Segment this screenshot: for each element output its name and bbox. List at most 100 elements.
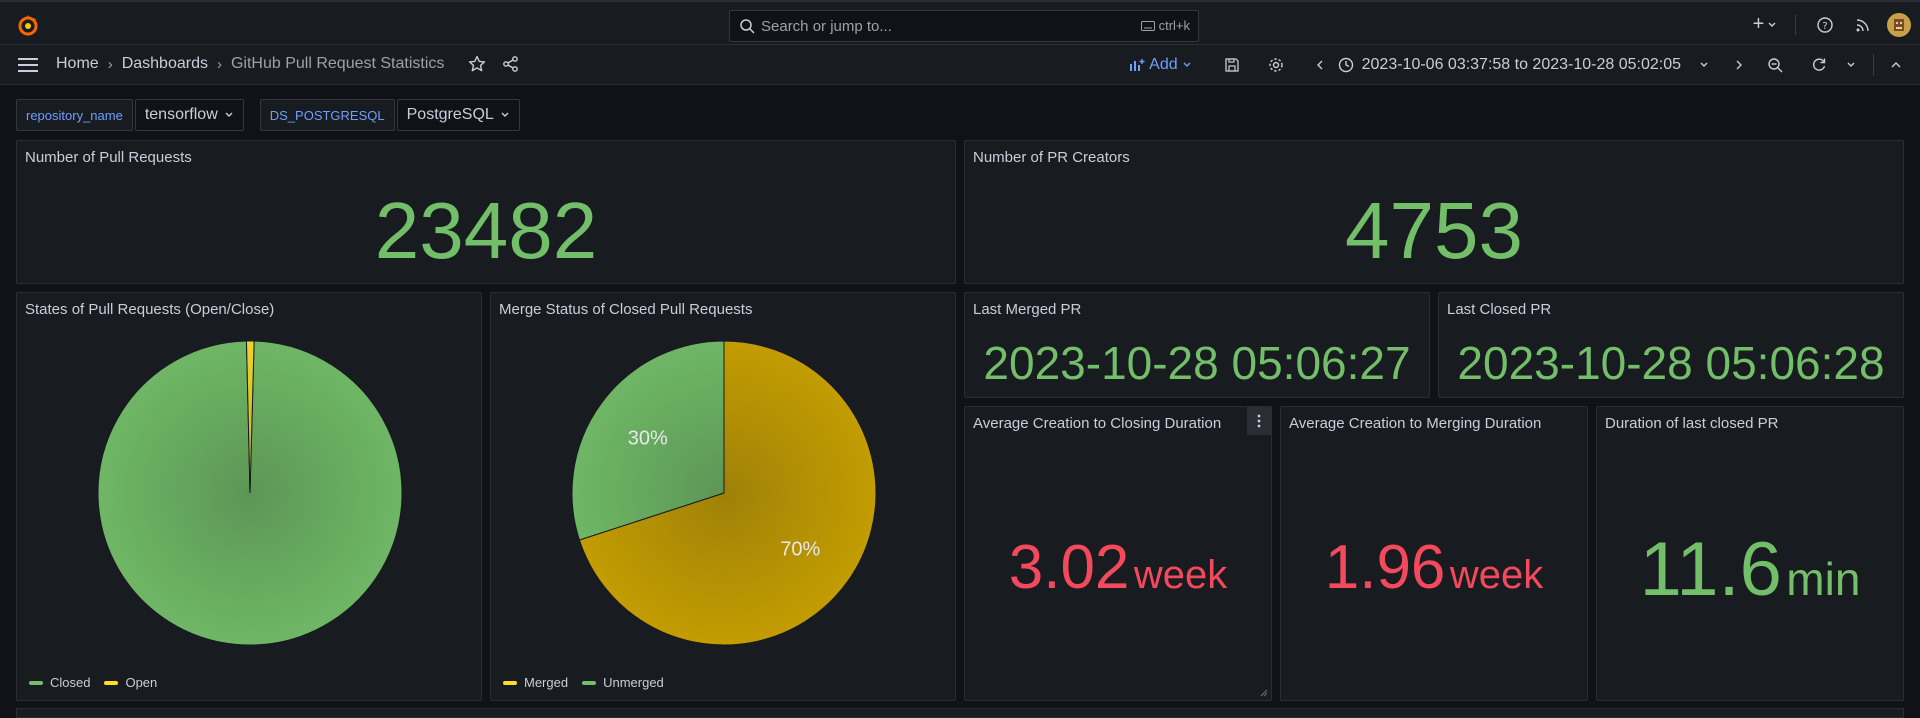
save-icon xyxy=(1224,58,1239,72)
share-icon[interactable] xyxy=(502,55,520,73)
legend-item-closed[interactable]: Closed xyxy=(29,675,90,690)
divider xyxy=(1795,14,1796,35)
search-icon xyxy=(740,19,755,34)
chevron-right-icon xyxy=(1736,60,1742,70)
breadcrumb: Home › Dashboards › GitHub Pull Request … xyxy=(56,55,520,73)
legend-swatch xyxy=(29,680,43,685)
chevron-down-icon xyxy=(1768,22,1776,27)
time-range-picker[interactable]: 2023-10-06 03:37:58 to 2023-10-28 05:02:… xyxy=(1338,56,1709,74)
add-label: Add xyxy=(1149,56,1178,73)
legend-label: Open xyxy=(125,675,158,690)
chart-legend: Closed Open xyxy=(29,675,157,690)
new-button[interactable]: + xyxy=(1745,13,1785,36)
panel-number-of-pr-creators[interactable]: Number of PR Creators 4753 xyxy=(964,140,1904,284)
stat-value: 11.6 xyxy=(1639,527,1782,612)
settings-button[interactable] xyxy=(1258,45,1294,85)
panel-menu-button[interactable] xyxy=(1247,407,1271,435)
panel-states-of-pull-requests[interactable]: States of Pull Requests (Open/Close) Clo… xyxy=(16,292,482,701)
legend-item-unmerged[interactable]: Unmerged xyxy=(582,675,664,690)
panel-title: Number of PR Creators xyxy=(973,149,1130,166)
star-icon[interactable] xyxy=(468,55,486,73)
panel-number-of-pull-requests[interactable]: Number of Pull Requests 23482 xyxy=(16,140,956,284)
refresh-button[interactable] xyxy=(1801,45,1837,85)
panel-avg-merging-duration[interactable]: Average Creation to Merging Duration 1.9… xyxy=(1280,406,1588,701)
add-button[interactable]: Add xyxy=(1129,56,1191,74)
chevron-down-icon xyxy=(501,112,509,117)
panel-merge-status[interactable]: Merge Status of Closed Pull Requests 70%… xyxy=(490,292,956,701)
legend-label: Merged xyxy=(524,675,569,690)
stat-value: 4753 xyxy=(1345,186,1523,275)
panel-title: Number of Pull Requests xyxy=(25,149,192,166)
panel-title: Duration of last closed PR xyxy=(1605,415,1779,432)
panel-avg-closing-duration[interactable]: Average Creation to Closing Duration 3.0… xyxy=(964,406,1272,701)
more-vertical-icon xyxy=(1257,414,1261,428)
repository-select[interactable]: tensorflow xyxy=(134,99,244,131)
dashboard-nav: Home › Dashboards › GitHub Pull Request … xyxy=(0,45,1920,85)
breadcrumb-dashboards[interactable]: Dashboards xyxy=(122,55,208,73)
repository-value: tensorflow xyxy=(144,106,218,123)
user-avatar[interactable] xyxy=(1882,12,1916,37)
resize-handle-icon[interactable] xyxy=(1260,689,1268,697)
legend-label: Unmerged xyxy=(603,675,664,690)
keyboard-icon xyxy=(1140,20,1155,31)
refresh-interval-dropdown[interactable] xyxy=(1837,45,1865,85)
pie-slice-label-merged: 70% xyxy=(780,538,820,560)
zoom-out-button[interactable] xyxy=(1757,45,1793,85)
menu-icon[interactable] xyxy=(18,57,38,73)
chevron-down-icon xyxy=(1183,62,1191,67)
panel-title: Average Creation to Closing Duration xyxy=(973,415,1222,432)
grafana-logo-icon[interactable] xyxy=(16,13,40,37)
chevron-down-icon xyxy=(225,112,233,117)
zoom-out-icon xyxy=(1768,58,1783,73)
datasource-value: PostgreSQL xyxy=(406,106,494,123)
search-input[interactable]: Search or jump to... ctrl+k xyxy=(729,10,1199,42)
collapse-button[interactable] xyxy=(1882,45,1910,85)
pie-chart xyxy=(97,340,403,646)
time-forward-button[interactable] xyxy=(1721,45,1757,85)
stat-display: 1.96 week xyxy=(1281,533,1587,619)
stat-value: 2023-10-28 05:06:28 xyxy=(1457,337,1885,389)
variable-label-datasource: DS_POSTGRESQL xyxy=(259,99,395,131)
legend-label: Closed xyxy=(50,675,91,690)
chevron-up-icon xyxy=(1891,62,1901,68)
stat-display: 11.6 min xyxy=(1597,531,1903,630)
help-button[interactable]: ? xyxy=(1806,16,1844,33)
panel-last-merged-pr[interactable]: Last Merged PR 2023-10-28 05:06:27 xyxy=(964,292,1430,398)
legend-swatch xyxy=(582,680,597,685)
shortcut-label: ctrl+k xyxy=(1158,18,1190,33)
panel-title: Merge Status of Closed Pull Requests xyxy=(499,301,753,318)
breadcrumb-home[interactable]: Home xyxy=(56,55,99,73)
panel-title: States of Pull Requests (Open/Close) xyxy=(25,301,275,318)
pie-slice-label-unmerged: 30% xyxy=(628,428,668,450)
breadcrumb-current: GitHub Pull Request Statistics xyxy=(230,55,445,72)
time-back-button[interactable] xyxy=(1302,45,1338,85)
gear-icon xyxy=(1268,58,1283,72)
refresh-icon xyxy=(1813,58,1826,71)
search-placeholder: Search or jump to... xyxy=(761,17,892,35)
stat-unit: min xyxy=(1786,553,1861,605)
panel-title: Last Merged PR xyxy=(973,301,1082,318)
panel-last-closed-pr[interactable]: Last Closed PR 2023-10-28 05:06:28 xyxy=(1438,292,1904,398)
save-button[interactable] xyxy=(1214,45,1250,85)
divider xyxy=(1873,54,1874,76)
panel-last-closed-duration[interactable]: Duration of last closed PR 11.6 min xyxy=(1596,406,1904,701)
legend-item-merged[interactable]: Merged xyxy=(503,675,568,690)
shortcut-hint: ctrl+k xyxy=(1140,18,1190,33)
plus-icon: + xyxy=(1752,13,1765,35)
pie-chart: 70% 30% xyxy=(571,340,877,646)
rss-icon xyxy=(1856,18,1869,31)
news-button[interactable] xyxy=(1844,17,1882,33)
chart-legend: Merged Unmerged xyxy=(503,675,664,690)
variable-label-repository: repository_name xyxy=(16,99,133,131)
stat-unit: week xyxy=(1449,553,1544,597)
svg-text:?: ? xyxy=(1822,21,1827,32)
stat-value: 23482 xyxy=(374,186,598,275)
variables-bar: repository_name tensorflow DS_POSTGRESQL… xyxy=(16,99,520,131)
datasource-select[interactable]: PostgreSQL xyxy=(396,99,520,131)
time-range-label: 2023-10-06 03:37:58 to 2023-10-28 05:02:… xyxy=(1361,56,1681,73)
chevron-right-icon: › xyxy=(216,55,222,73)
stat-value: 3.02 xyxy=(1008,533,1130,602)
legend-item-open[interactable]: Open xyxy=(104,675,157,690)
help-icon: ? xyxy=(1817,16,1833,33)
legend-swatch xyxy=(503,680,517,685)
